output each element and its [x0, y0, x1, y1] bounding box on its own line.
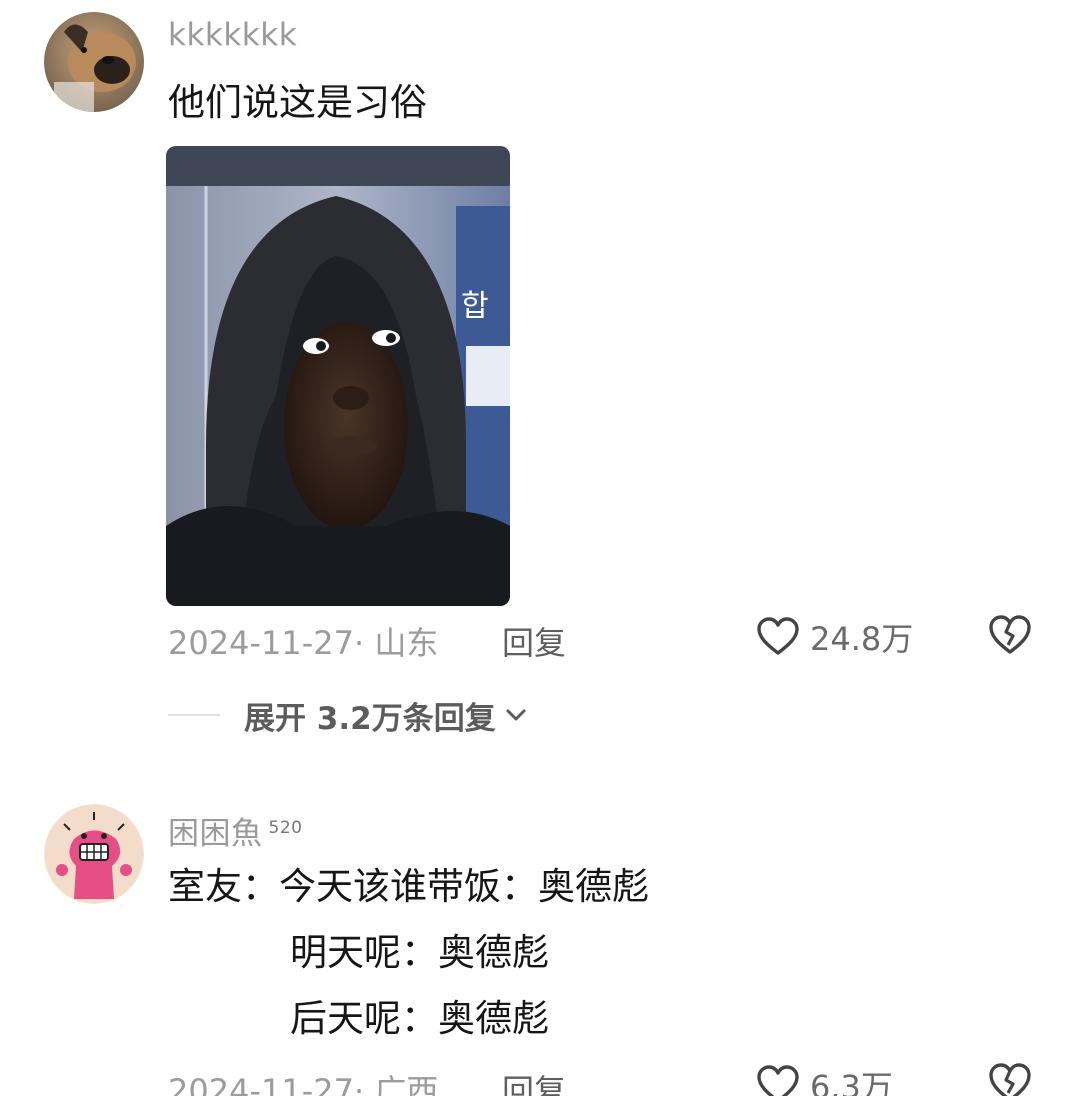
like-count: 24.8万	[810, 620, 914, 658]
username[interactable]: kkkkkkk	[168, 17, 297, 53]
chevron-down-icon	[506, 709, 526, 721]
comment-list: kkkkkkk 他们说这是习俗 합 2024-11-27· 山东 回复 24.8…	[0, 0, 1080, 1096]
avatar[interactable]	[44, 804, 144, 904]
comment-line: 明天呢：奥德彪	[290, 931, 549, 974]
comment-line: 他们说这是习俗	[168, 81, 427, 124]
comment-text: 室友：今天该谁带饭：奥德彪 明天呢：奥德彪 后天呢：奥德彪	[168, 854, 649, 1052]
broken-heart-icon	[989, 615, 1031, 654]
avatar[interactable]	[44, 12, 144, 112]
divider	[168, 714, 220, 716]
comment-item: kkkkkkk 他们说这是习俗 합 2024-11-27· 山东 回复 24.8…	[0, 0, 1080, 780]
user-badge: 520	[268, 817, 303, 838]
comment-meta: 2024-11-27· 广西 回复 6.3万	[168, 1060, 1040, 1096]
comment-meta: 2024-11-27· 山东 回复 24.8万	[168, 612, 1040, 662]
like-button[interactable]: 6.3万	[756, 1060, 893, 1096]
broken-heart-icon	[989, 1063, 1031, 1096]
dislike-button[interactable]	[988, 614, 1032, 664]
hooded-man-photo-icon: 합	[166, 146, 510, 606]
comment-text: 他们说这是习俗	[168, 70, 427, 136]
expand-replies-label[interactable]: 展开 3.2万条回复	[244, 693, 496, 738]
comment-item: 困困魚 520 室友：今天该谁带饭：奥德彪 明天呢：奥德彪 后天呢：奥德彪 202…	[0, 790, 1080, 1096]
like-button[interactable]: 24.8万	[756, 612, 913, 662]
expand-replies[interactable]: 展开 3.2万条回复	[168, 690, 528, 740]
reply-button[interactable]: 回复	[502, 618, 566, 664]
date-location: 2024-11-27· 广西	[168, 1072, 439, 1096]
username[interactable]: 困困魚 520	[168, 808, 302, 853]
heart-outline-icon	[757, 1065, 799, 1096]
heart-outline-icon	[757, 617, 799, 655]
dog-avatar-icon	[44, 12, 144, 112]
comment-line: 室友：今天该谁带饭：奥德彪	[168, 865, 649, 908]
comment-line: 后天呢：奥德彪	[290, 997, 549, 1040]
like-count: 6.3万	[810, 1068, 893, 1096]
date-location: 2024-11-27· 山东	[168, 624, 439, 662]
username-text: 困困魚	[168, 816, 263, 852]
cartoon-pink-avatar-icon	[44, 804, 144, 904]
svg-text:합: 합	[461, 289, 489, 324]
reply-button[interactable]: 回复	[502, 1066, 566, 1096]
comment-image[interactable]: 합	[166, 146, 510, 606]
dislike-button[interactable]	[988, 1062, 1032, 1096]
